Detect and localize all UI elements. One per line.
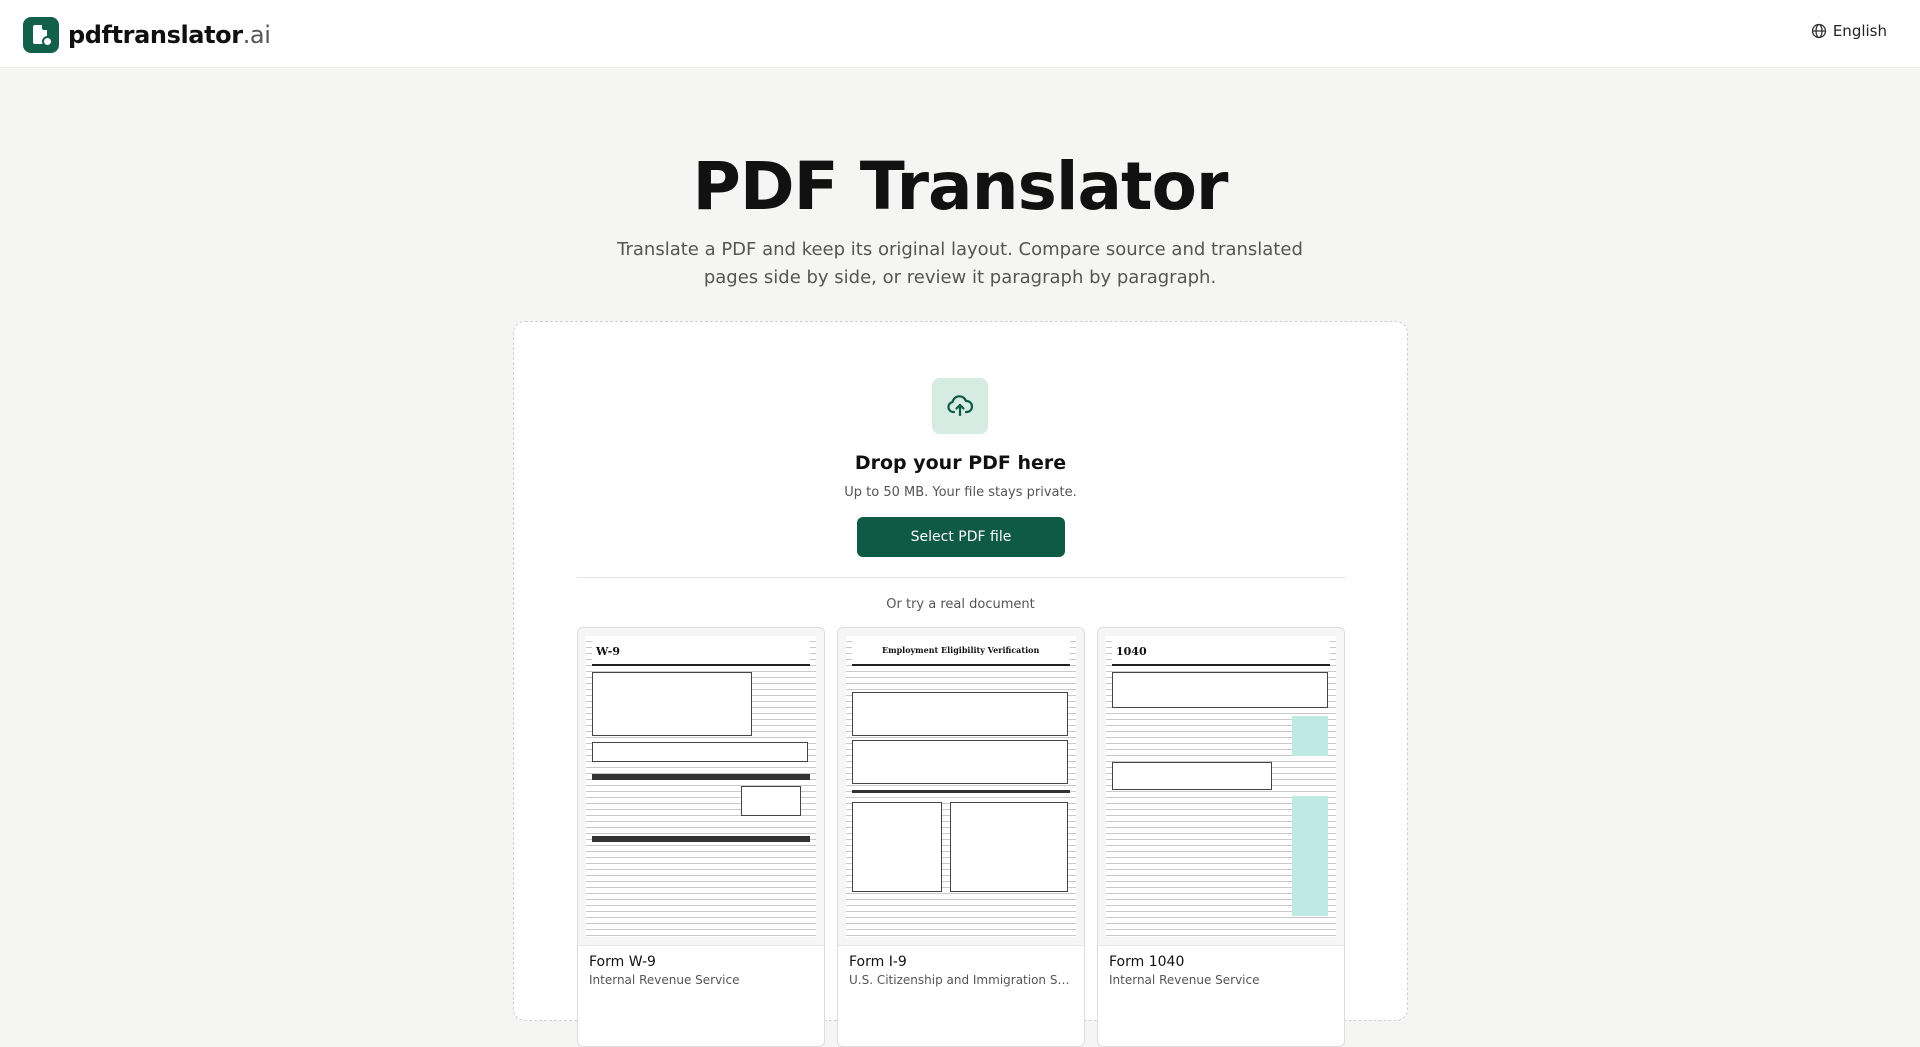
globe-icon <box>1811 23 1826 39</box>
sample-name: Form 1040 <box>1109 954 1185 970</box>
sample-docs-label: Or try a real document <box>886 597 1035 612</box>
sample-name: Form W-9 <box>589 954 656 970</box>
sample-org: U.S. Citizenship and Immigration Service… <box>849 973 1073 987</box>
language-label: English <box>1832 22 1887 40</box>
logo-text: pdftranslator.ai <box>68 21 271 49</box>
select-pdf-button[interactable]: Select PDF file <box>857 517 1065 557</box>
document-thumbnail: Employment Eligibility Verification <box>838 628 1084 946</box>
sample-card-i9[interactable]: Employment Eligibility Verification Form… <box>837 627 1085 1047</box>
sample-org: Internal Revenue Service <box>1109 973 1260 987</box>
sample-card-w9[interactable]: W-9 Form W-9 Internal Revenue Service <box>577 627 825 1047</box>
thumbnail-title: W-9 <box>596 645 620 658</box>
dropzone-title: Drop your PDF here <box>854 452 1067 474</box>
document-thumbnail: 1040 <box>1098 628 1344 946</box>
thumbnail-title: Employment Eligibility Verification <box>882 645 1040 655</box>
page-title: PDF Translator <box>692 148 1229 225</box>
sample-org: Internal Revenue Service <box>589 973 740 987</box>
pdf-dropzone[interactable]: Drop your PDF here Up to 50 MB. Your fil… <box>513 321 1408 1047</box>
divider <box>577 577 1346 578</box>
dropzone-note: Up to 50 MB. Your file stays private. <box>844 485 1077 500</box>
upload-cloud-icon <box>932 378 988 434</box>
sample-card-1040[interactable]: 1040 Form 1040 Internal Revenue Service <box>1097 627 1345 1047</box>
page-subtitle: Translate a PDF and keep its original la… <box>617 239 1303 288</box>
sample-name: Form I-9 <box>849 954 907 970</box>
language-selector[interactable]: English <box>1811 22 1887 40</box>
thumbnail-title: 1040 <box>1116 645 1147 658</box>
logo-tld: .ai <box>242 21 271 49</box>
logo-icon <box>23 17 59 53</box>
sample-documents: W-9 Form W-9 Internal Revenue Service Em… <box>577 627 1346 1047</box>
document-thumbnail: W-9 <box>578 628 824 946</box>
top-bar: pdftranslator.ai English <box>0 0 1920 68</box>
logo[interactable]: pdftranslator.ai <box>23 17 271 53</box>
